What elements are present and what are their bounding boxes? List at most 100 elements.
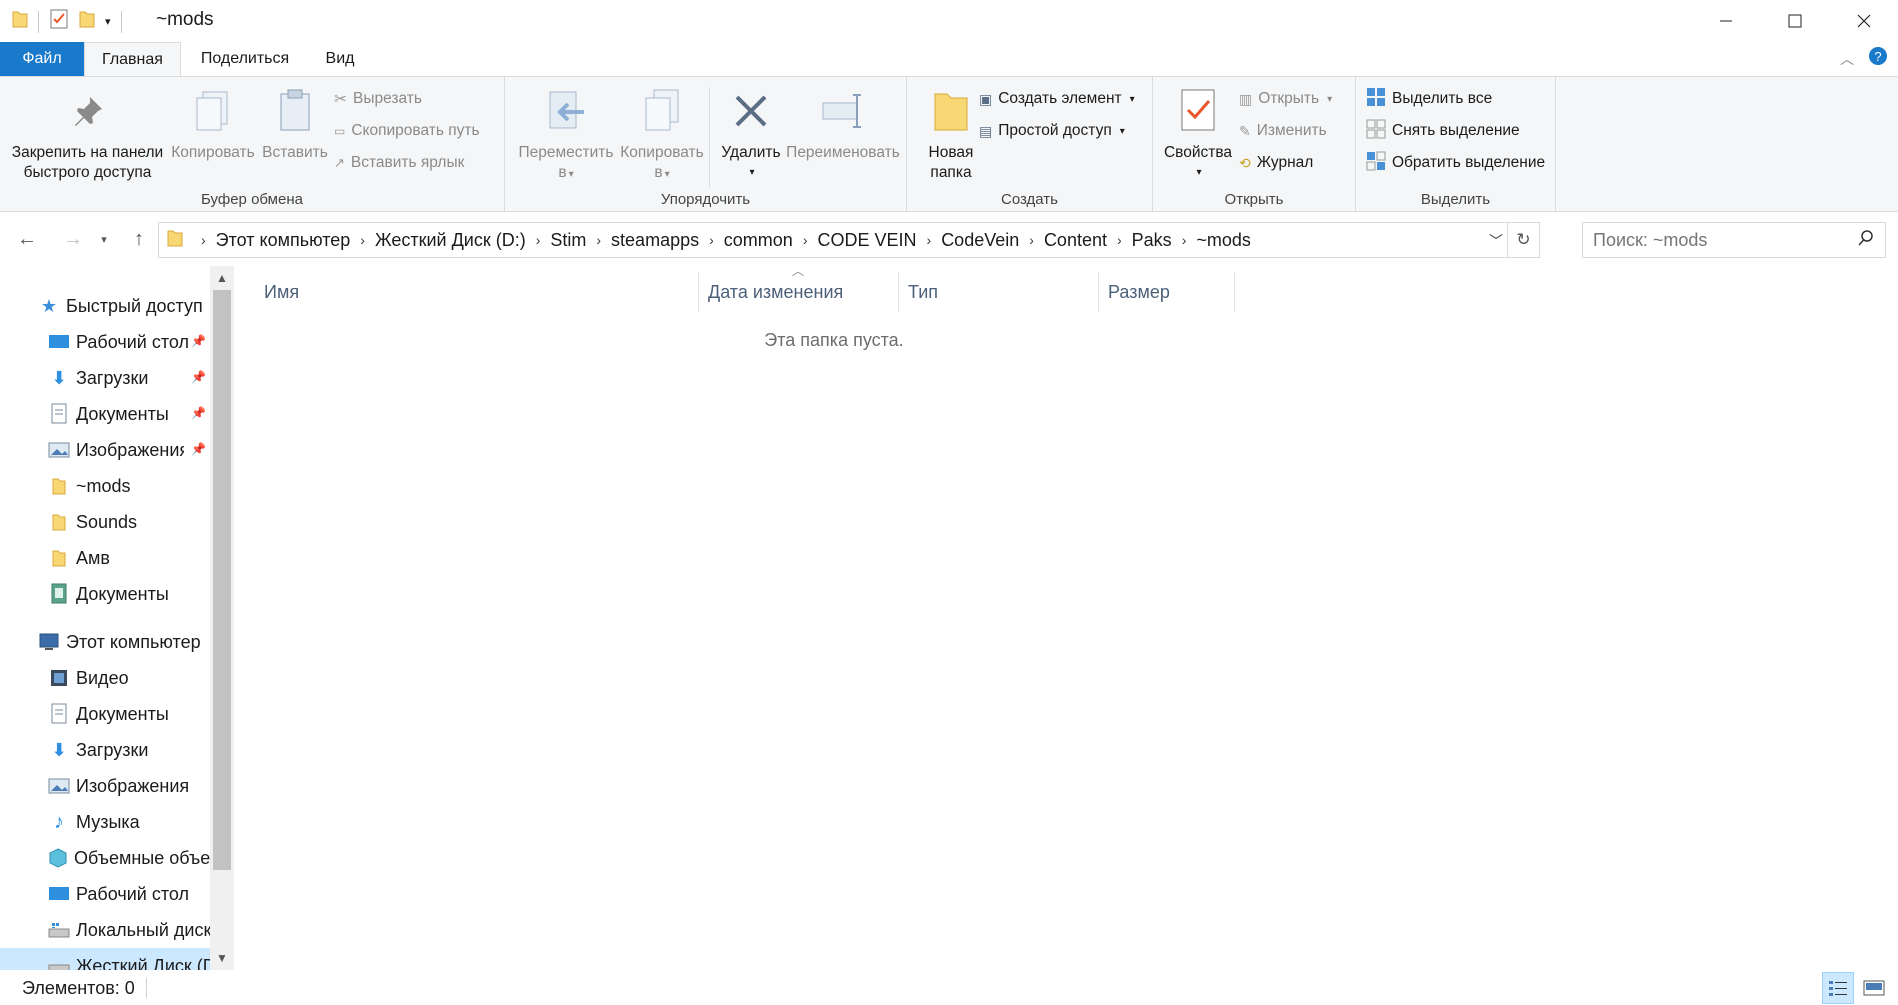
minimize-button[interactable] bbox=[1691, 0, 1760, 42]
customize-qat-icon[interactable]: ▾ bbox=[105, 15, 111, 28]
scroll-thumb[interactable] bbox=[213, 290, 231, 870]
copy-to-button[interactable]: Копировать в ▾ bbox=[613, 85, 711, 185]
breadcrumb-separator-icon[interactable]: › bbox=[1117, 232, 1122, 248]
nav-pc-downloads[interactable]: ⬇ Загрузки bbox=[48, 732, 234, 768]
close-button[interactable] bbox=[1829, 0, 1898, 42]
nav-music[interactable]: ♪ Музыка bbox=[48, 804, 234, 840]
new-item-label: Создать элемент bbox=[998, 90, 1122, 107]
tab-home[interactable]: Главная bbox=[84, 42, 181, 77]
address-dropdown-icon[interactable]: ﹀ bbox=[1489, 231, 1503, 251]
breadcrumb-separator-icon[interactable]: › bbox=[1029, 232, 1034, 248]
column-header-type[interactable]: Тип bbox=[898, 272, 1098, 312]
breadcrumb-separator-icon[interactable]: › bbox=[596, 232, 601, 248]
back-button[interactable]: ← bbox=[12, 224, 42, 254]
nav-desktop-pinned[interactable]: Рабочий стол 📌 bbox=[48, 324, 210, 360]
breadcrumb-separator-icon[interactable]: › bbox=[803, 232, 808, 248]
select-all-button[interactable]: Выделить все bbox=[1366, 87, 1492, 111]
new-item-button[interactable]: ▣ Создать элемент ▾ bbox=[979, 87, 1135, 111]
nav-scrollbar[interactable]: ▲ ▼ bbox=[210, 266, 234, 970]
select-none-button[interactable]: Снять выделение bbox=[1366, 119, 1520, 143]
column-header-size[interactable]: Размер bbox=[1098, 272, 1234, 312]
nav-documents-library[interactable]: Документы bbox=[48, 576, 234, 612]
new-folder-qat-icon[interactable] bbox=[79, 9, 95, 34]
tab-share[interactable]: Поделиться bbox=[190, 42, 300, 76]
breadcrumb-item[interactable]: CODE VEIN bbox=[817, 230, 916, 251]
nav-videos[interactable]: Видео bbox=[48, 660, 234, 696]
forward-button[interactable]: → bbox=[58, 224, 88, 254]
nav-3d-objects[interactable]: Объемные объекты bbox=[48, 840, 210, 876]
nav-downloads-pinned[interactable]: ⬇ Загрузки 📌 bbox=[48, 360, 210, 396]
pin-quick-access-button[interactable]: Закрепить на панели быстрого доступа bbox=[10, 85, 165, 183]
scroll-up-icon[interactable]: ▲ bbox=[210, 266, 234, 290]
breadcrumb-item[interactable]: common bbox=[724, 230, 793, 251]
large-icons-view-button[interactable] bbox=[1858, 972, 1890, 1004]
nav-hard-disk-d[interactable]: Жесткий Диск (D:) bbox=[0, 948, 210, 970]
easy-access-button[interactable]: ▤ Простой доступ ▾ bbox=[979, 119, 1125, 143]
maximize-button[interactable] bbox=[1760, 0, 1829, 42]
breadcrumb-item[interactable]: CodeVein bbox=[941, 230, 1019, 251]
tab-file[interactable]: Файл bbox=[0, 42, 84, 76]
nav-quick-access[interactable]: ★ Быстрый доступ bbox=[38, 288, 234, 324]
breadcrumb-separator-icon[interactable]: › bbox=[536, 232, 541, 248]
nav-amv-folder[interactable]: Амв bbox=[48, 540, 234, 576]
open-button[interactable]: ▥ Открыть ▾ bbox=[1239, 87, 1332, 111]
paste-button[interactable]: Вставить bbox=[260, 85, 330, 163]
tab-view[interactable]: Вид bbox=[310, 42, 370, 76]
nav-documents-pinned[interactable]: Документы 📌 bbox=[48, 396, 210, 432]
paste-shortcut-button[interactable]: ↗ Вставить ярлык bbox=[334, 151, 464, 175]
status-bar: Элементов: 0 bbox=[0, 972, 1898, 1005]
breadcrumb-separator-icon[interactable]: › bbox=[927, 232, 932, 248]
nav-item-label: ~mods bbox=[76, 475, 131, 496]
copy-button[interactable]: Копировать bbox=[168, 85, 258, 163]
document-icon bbox=[48, 403, 70, 425]
recent-locations-button[interactable]: ▾ bbox=[94, 224, 114, 254]
breadcrumb-item[interactable]: Content bbox=[1044, 230, 1107, 251]
search-box[interactable] bbox=[1582, 222, 1886, 258]
properties-qat-icon[interactable] bbox=[49, 8, 69, 35]
column-header-date[interactable]: Дата изменения bbox=[698, 272, 898, 312]
help-icon[interactable]: ? bbox=[1868, 46, 1888, 71]
breadcrumb-item[interactable]: Жесткий Диск (D:) bbox=[375, 230, 526, 251]
rename-button[interactable]: Переименовать bbox=[783, 85, 903, 163]
up-button[interactable]: ↑ bbox=[124, 224, 154, 254]
breadcrumb-separator-icon[interactable]: › bbox=[1182, 232, 1187, 248]
nav-item-label: Локальный диск bbox=[76, 919, 210, 940]
breadcrumb-separator-icon[interactable]: › bbox=[709, 232, 714, 248]
pin-icon: 📌 bbox=[191, 406, 206, 420]
breadcrumb-item[interactable]: Paks bbox=[1132, 230, 1172, 251]
properties-button[interactable]: Свойства ▾ bbox=[1157, 85, 1239, 183]
nav-sounds-folder[interactable]: Sounds bbox=[48, 504, 234, 540]
nav-mods-folder[interactable]: ~mods bbox=[48, 468, 234, 504]
move-to-icon bbox=[549, 91, 584, 129]
copy-path-button[interactable]: ▭ Скопировать путь bbox=[334, 119, 480, 143]
breadcrumb-item[interactable]: steamapps bbox=[611, 230, 699, 251]
breadcrumb-item[interactable]: Stim bbox=[550, 230, 586, 251]
breadcrumb-item[interactable]: ~mods bbox=[1196, 230, 1251, 251]
refresh-button[interactable]: ↻ bbox=[1507, 223, 1539, 257]
forward-arrow-icon: → bbox=[63, 227, 83, 250]
new-folder-button[interactable]: Новая папка bbox=[913, 85, 989, 183]
address-bar[interactable]: › Этот компьютер › Жесткий Диск (D:) › Stim › s… bbox=[158, 222, 1540, 258]
title-bar: ▾ ~mods bbox=[0, 0, 1898, 42]
delete-button[interactable]: Удалить ▾ bbox=[713, 85, 789, 183]
nav-pictures-pinned[interactable]: Изображения 📌 bbox=[48, 432, 210, 468]
copy-icon bbox=[196, 91, 228, 131]
nav-pc-desktop[interactable]: Рабочий стол bbox=[48, 876, 234, 912]
breadcrumb-separator-icon[interactable]: › bbox=[360, 232, 365, 248]
breadcrumb-item[interactable]: Этот компьютер bbox=[216, 230, 351, 251]
cut-button[interactable]: ✂ Вырезать bbox=[334, 87, 422, 111]
column-header-name[interactable]: Имя bbox=[234, 272, 698, 312]
scroll-down-icon[interactable]: ▼ bbox=[210, 946, 234, 970]
history-button[interactable]: ⟲ Журнал bbox=[1239, 151, 1313, 175]
nav-this-pc[interactable]: Этот компьютер bbox=[38, 624, 234, 660]
invert-selection-button[interactable]: Обратить выделение bbox=[1366, 151, 1545, 175]
nav-pc-pictures[interactable]: Изображения bbox=[48, 768, 234, 804]
file-list[interactable]: Имя ︿ Дата изменения Тип Размер Эта папк… bbox=[234, 262, 1898, 970]
edit-button[interactable]: ✎ Изменить bbox=[1239, 119, 1327, 143]
collapse-ribbon-icon[interactable]: ︿ bbox=[1840, 49, 1854, 69]
nav-local-disk[interactable]: Локальный диск bbox=[48, 912, 210, 948]
nav-pc-documents[interactable]: Документы bbox=[48, 696, 234, 732]
move-to-button[interactable]: Переместить в ▾ bbox=[513, 85, 619, 185]
search-input[interactable] bbox=[1583, 229, 1843, 251]
details-view-button[interactable] bbox=[1822, 972, 1854, 1004]
